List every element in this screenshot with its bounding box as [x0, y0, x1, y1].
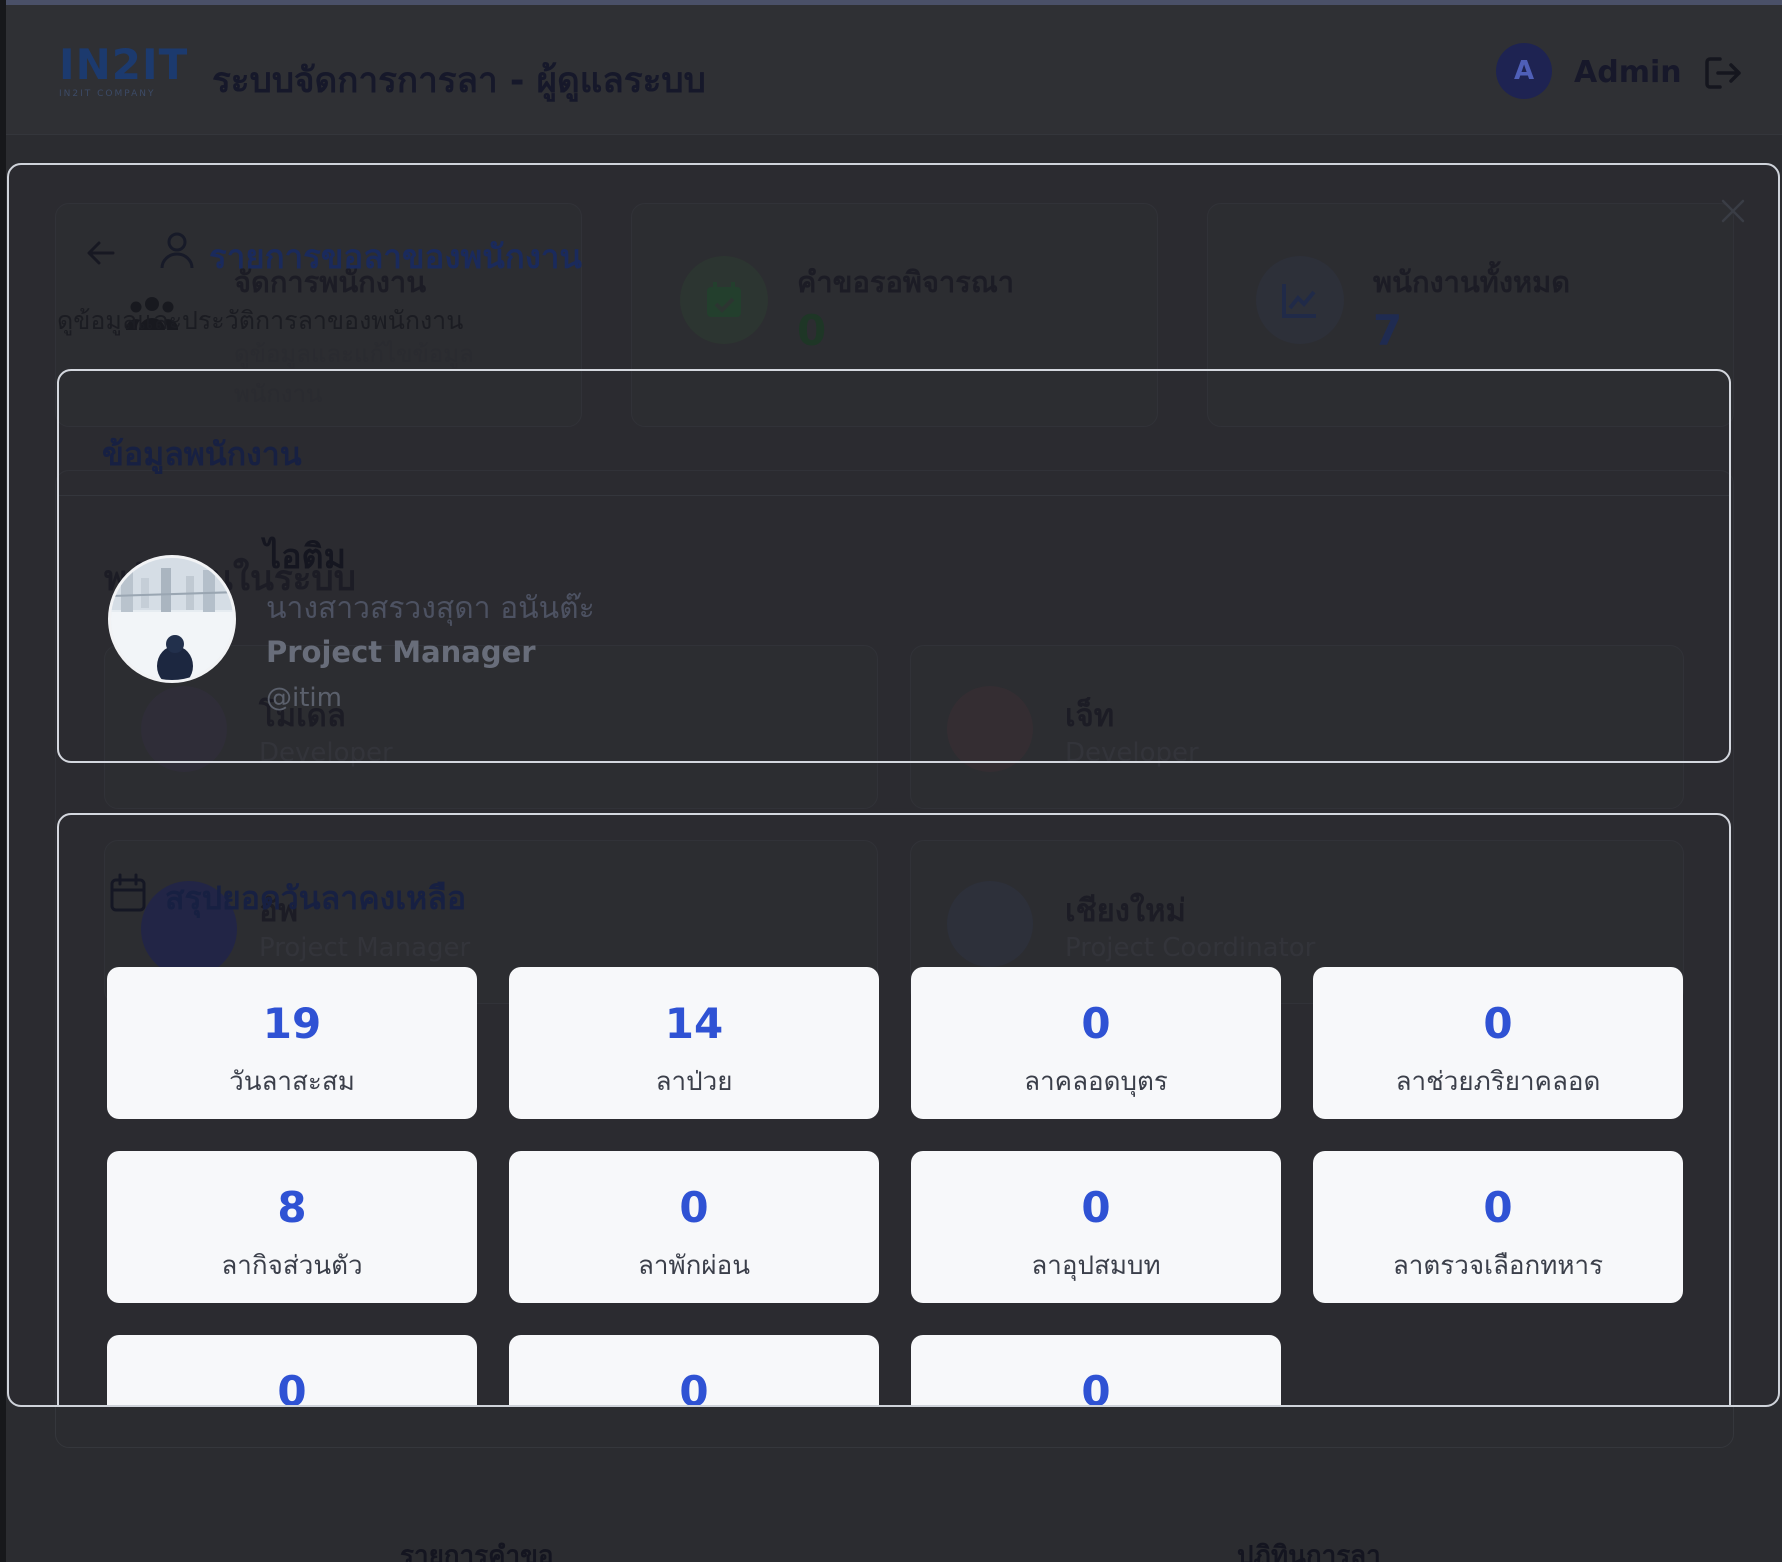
leave-stat-card: 8 ลากิจส่วนตัว: [107, 1151, 477, 1303]
leave-stat-value: 19: [262, 999, 322, 1048]
leave-stat-value: 0: [1483, 1183, 1513, 1232]
leave-stat-label: ลาคลอดบุตร: [1024, 1067, 1168, 1097]
leave-stat-label: ลาพักผ่อน: [637, 1251, 751, 1281]
leave-stat-value: 0: [1081, 999, 1111, 1048]
leave-stat-value: 0: [679, 1183, 709, 1232]
employee-info-section: ข้อมูลพนักงาน ไอติม นางสาวสรวงสุดา อนันต…: [57, 369, 1731, 763]
leave-stat-value: 14: [664, 999, 724, 1048]
leave-stat-value: 0: [1483, 999, 1513, 1048]
leave-stat-card: 14 ลาป่วย: [509, 967, 879, 1119]
calendar-icon: [110, 873, 146, 912]
admin-name: Admin: [1574, 55, 1682, 90]
employee-position: Project Manager: [266, 635, 536, 669]
leave-stat-card: 19 วันลาสะสม: [107, 967, 477, 1119]
leave-stat-label: ลากิจส่วนตัว: [221, 1251, 363, 1281]
leave-stat-value: 0: [679, 1367, 709, 1407]
leave-stat-label: ลาป่วย: [655, 1067, 733, 1097]
profile-photo-image: [111, 558, 233, 680]
leave-stat-card: 0 ลาช่วยภริยาคลอด: [1313, 967, 1683, 1119]
app-header: IN2IT IN2IT COMPANY ระบบจัดการการลา - ผู…: [6, 5, 1782, 135]
leave-stat-card: 0: [911, 1335, 1281, 1407]
profile-photo: [108, 555, 236, 683]
leave-summary-section: สรุปยอดวันลาคงเหลือ 19 วันลาสะสม 14 ลาป่…: [57, 813, 1731, 1407]
tab-requests[interactable]: รายการคำขอ: [400, 1535, 554, 1562]
leave-stat-label: ลาช่วยภริยาคลอด: [1395, 1067, 1601, 1097]
leave-stat-label: ลาอุปสมบท: [1031, 1251, 1161, 1281]
admin-avatar[interactable]: A: [1496, 43, 1552, 99]
leave-stat-label: ลาตรวจเลือกทหาร: [1392, 1251, 1604, 1281]
logo-text: IN2IT: [59, 40, 189, 89]
leave-stat-card: 0: [509, 1335, 879, 1407]
app-title: ระบบจัดการการลา - ผู้ดูแลระบบ: [212, 61, 706, 101]
user-icon: [160, 232, 194, 269]
leave-stat-value: 0: [1081, 1183, 1111, 1232]
close-icon[interactable]: [1719, 197, 1747, 225]
employee-nickname: ไอติม: [264, 537, 347, 577]
employee-full-name: นางสาวสรวงสุดา อนันต๊ะ: [266, 591, 595, 626]
leave-stat-card: 0 ลาพักผ่อน: [509, 1151, 879, 1303]
employee-username: @itim: [266, 683, 342, 713]
leave-stat-value: 0: [1081, 1367, 1111, 1407]
tab-calendar[interactable]: ปฏิทินการลา: [1237, 1535, 1381, 1562]
arrow-left-icon[interactable]: [81, 233, 121, 273]
leave-stat-value: 0: [277, 1367, 307, 1407]
modal-title: รายการขอลาของพนักงาน: [209, 237, 582, 276]
leave-stat-card: 0: [107, 1335, 477, 1407]
leave-stat-value: 8: [277, 1183, 307, 1232]
modal-subtitle: ดูข้อมูลและประวัติการลาของพนักงาน: [57, 306, 464, 335]
divider: [59, 495, 1729, 496]
summary-heading: สรุปยอดวันลาคงเหลือ: [165, 879, 467, 917]
logout-icon[interactable]: [1704, 55, 1744, 91]
company-logo: IN2IT IN2IT COMPANY: [59, 40, 189, 100]
info-heading: ข้อมูลพนักงาน: [102, 435, 302, 473]
leave-stat-card: 0 ลาอุปสมบท: [911, 1151, 1281, 1303]
leave-stat-card: 0 ลาตรวจเลือกทหาร: [1313, 1151, 1683, 1303]
leave-stat-label: วันลาสะสม: [229, 1067, 355, 1097]
employee-leave-modal: รายการขอลาของพนักงาน ดูข้อมูลและประวัติก…: [7, 163, 1780, 1407]
logo-subtext: IN2IT COMPANY: [59, 89, 156, 99]
leave-stat-card: 0 ลาคลอดบุตร: [911, 967, 1281, 1119]
